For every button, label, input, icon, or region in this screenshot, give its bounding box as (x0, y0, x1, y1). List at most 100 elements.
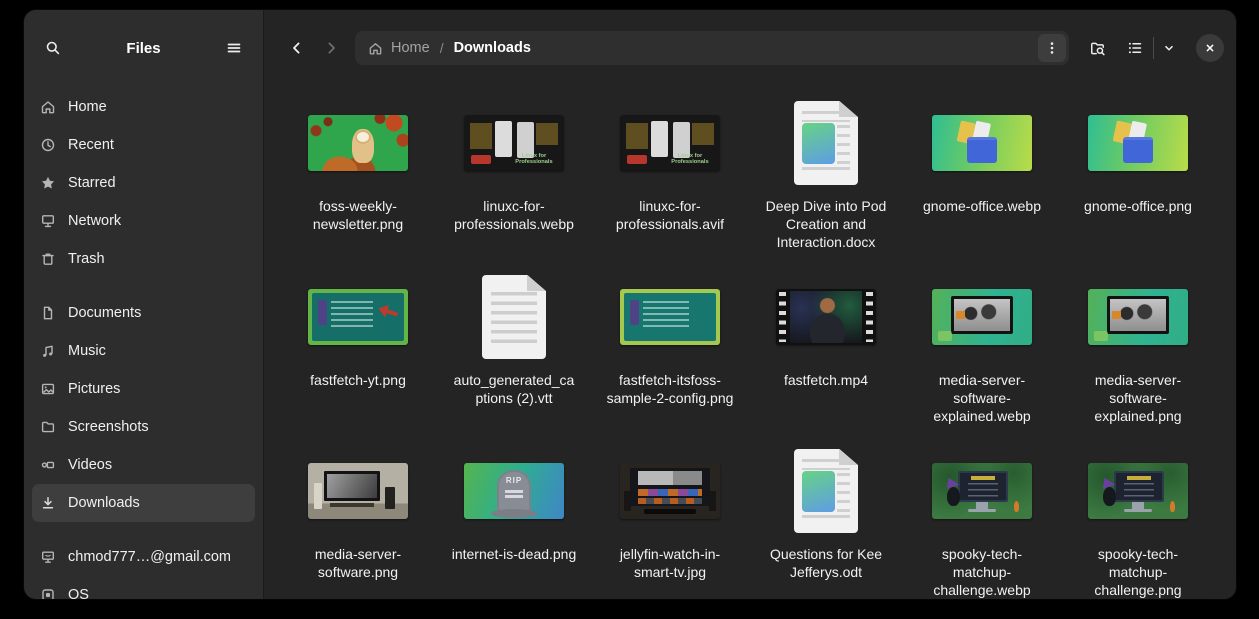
sidebar-item-downloads[interactable]: Downloads (32, 484, 255, 522)
sidebar-item-os-drive[interactable]: OS (32, 576, 255, 599)
sidebar-item-label: Network (68, 213, 122, 229)
sidebar-item-music[interactable]: Music (32, 332, 255, 370)
document-icon (40, 305, 56, 321)
sidebar-item-label: Documents (68, 305, 142, 321)
file-item[interactable]: Deep Dive into Pod Creation and Interact… (748, 95, 904, 269)
sidebar-item-home[interactable]: Home (32, 88, 255, 126)
file-item[interactable]: foss-weekly-newsletter.png (280, 95, 436, 269)
file-thumbnail (308, 289, 408, 345)
main-pane: Home / Downloads foss-weekly-newsletter.… (264, 10, 1236, 599)
file-item[interactable]: fastfetch-yt.png (280, 269, 436, 443)
star-icon (40, 175, 56, 191)
sidebar-item-google-account[interactable]: chmod777…@gmail.com (32, 538, 255, 576)
file-grid: foss-weekly-newsletter.png Linux for Pro… (264, 86, 1236, 599)
file-thumbnail (1088, 289, 1188, 345)
file-item[interactable]: media-server-software.png (280, 443, 436, 599)
file-thumbnail (1088, 115, 1188, 171)
breadcrumb-current[interactable]: Downloads (454, 40, 531, 56)
sidebar-item-label: Recent (68, 137, 114, 153)
sidebar-item-recent[interactable]: Recent (32, 126, 255, 164)
file-item[interactable]: auto_generated_captions (2).vtt (436, 269, 592, 443)
file-thumbnail: Linux for Professionals (464, 115, 564, 171)
close-icon (1203, 41, 1217, 55)
view-options-split-button (1119, 31, 1182, 65)
file-item[interactable]: gnome-office.webp (904, 95, 1060, 269)
close-window-button[interactable] (1196, 34, 1224, 62)
headerbar: Home / Downloads (264, 10, 1236, 86)
file-item[interactable]: spooky-tech-matchup-challenge.webp (904, 443, 1060, 599)
file-item[interactable]: RIP internet-is-dead.png (436, 443, 592, 599)
search-button[interactable] (36, 31, 70, 65)
sidebar-item-network[interactable]: Network (32, 202, 255, 240)
file-item[interactable]: jellyfin-watch-in-smart-tv.jpg (592, 443, 748, 599)
file-item[interactable]: spooky-tech-matchup-challenge.png (1060, 443, 1216, 599)
view-options-chevron-button[interactable] (1156, 31, 1182, 65)
folder-search-icon (1089, 40, 1106, 57)
search-icon (45, 40, 61, 56)
document-file-icon (794, 449, 858, 533)
folder-menu-button[interactable] (1038, 34, 1066, 62)
video-camera-icon (40, 457, 56, 473)
file-name: gnome-office.webp (922, 198, 1042, 214)
folder-icon (40, 419, 56, 435)
home-icon (368, 41, 383, 56)
sidebar-item-label: Music (68, 343, 106, 359)
forward-button[interactable] (315, 31, 347, 65)
breadcrumb-home-label: Home (391, 40, 430, 56)
file-thumbnail (932, 289, 1032, 345)
file-item[interactable]: fastfetch-itsfoss-sample-2-config.png (592, 269, 748, 443)
search-folder-button[interactable] (1081, 31, 1113, 65)
hamburger-menu-icon (226, 40, 242, 56)
file-name: media-server-software-explained.png (1094, 372, 1182, 424)
picture-icon (40, 381, 56, 397)
main-menu-button[interactable] (217, 31, 251, 65)
sidebar-item-documents[interactable]: Documents (32, 294, 255, 332)
sidebar-item-starred[interactable]: Starred (32, 164, 255, 202)
video-file-thumbnail (776, 289, 876, 345)
file-item[interactable]: media-server-software-explained.png (1060, 269, 1216, 443)
file-item[interactable]: Linux for Professionals linuxc-for-profe… (436, 95, 592, 269)
file-name: fastfetch-yt.png (310, 372, 406, 388)
kebab-menu-icon (1044, 40, 1060, 56)
breadcrumb-home[interactable]: Home (368, 40, 430, 56)
files-window: Files Home Recent Starred Network Trash … (24, 10, 1236, 599)
sidebar-item-label: Home (68, 99, 107, 115)
file-item[interactable]: media-server-software-explained.webp (904, 269, 1060, 443)
sidebar-headerbar: Files (24, 10, 263, 86)
breadcrumb-separator: / (439, 40, 444, 56)
trash-icon (40, 251, 56, 267)
file-name: linuxc-for-professionals.webp (454, 198, 574, 232)
file-item[interactable]: Questions for Kee Jefferys.odt (748, 443, 904, 599)
file-item[interactable]: Linux for Professionals linuxc-for-profe… (592, 95, 748, 269)
chevron-down-icon (1162, 41, 1176, 55)
toolbar-separator (1153, 37, 1154, 59)
file-name: internet-is-dead.png (451, 546, 577, 562)
sidebar-item-trash[interactable]: Trash (32, 240, 255, 278)
sidebar-locations: chmod777…@gmail.com OS (24, 536, 263, 599)
file-name: spooky-tech-matchup-challenge.png (1094, 546, 1182, 598)
sidebar-item-pictures[interactable]: Pictures (32, 370, 255, 408)
file-name: media-server-software.png (314, 546, 402, 580)
file-grid-scroll-area[interactable]: foss-weekly-newsletter.png Linux for Pro… (264, 86, 1236, 599)
file-name: media-server-software-explained.webp (933, 372, 1031, 424)
file-thumbnail (308, 463, 408, 519)
download-icon (40, 495, 56, 511)
sidebar-item-label: Videos (68, 457, 113, 473)
chevron-right-icon (323, 40, 339, 56)
file-thumbnail: RIP (464, 463, 564, 519)
file-item[interactable]: fastfetch.mp4 (748, 269, 904, 443)
network-icon (40, 213, 56, 229)
sidebar-places: Documents Music Pictures Screenshots Vid… (24, 292, 263, 522)
headerbar-actions (1081, 31, 1224, 65)
file-name: gnome-office.png (1084, 198, 1192, 214)
sidebar-item-screenshots[interactable]: Screenshots (32, 408, 255, 446)
file-thumbnail (932, 115, 1032, 171)
sidebar-item-videos[interactable]: Videos (32, 446, 255, 484)
file-name: foss-weekly-newsletter.png (312, 198, 404, 232)
file-item[interactable]: gnome-office.png (1060, 95, 1216, 269)
app-title: Files (126, 39, 161, 57)
file-name: fastfetch-itsfoss-sample-2-config.png (606, 372, 734, 406)
file-name: jellyfin-watch-in-smart-tv.jpg (619, 546, 721, 580)
list-view-button[interactable] (1119, 31, 1151, 65)
back-button[interactable] (281, 31, 313, 65)
